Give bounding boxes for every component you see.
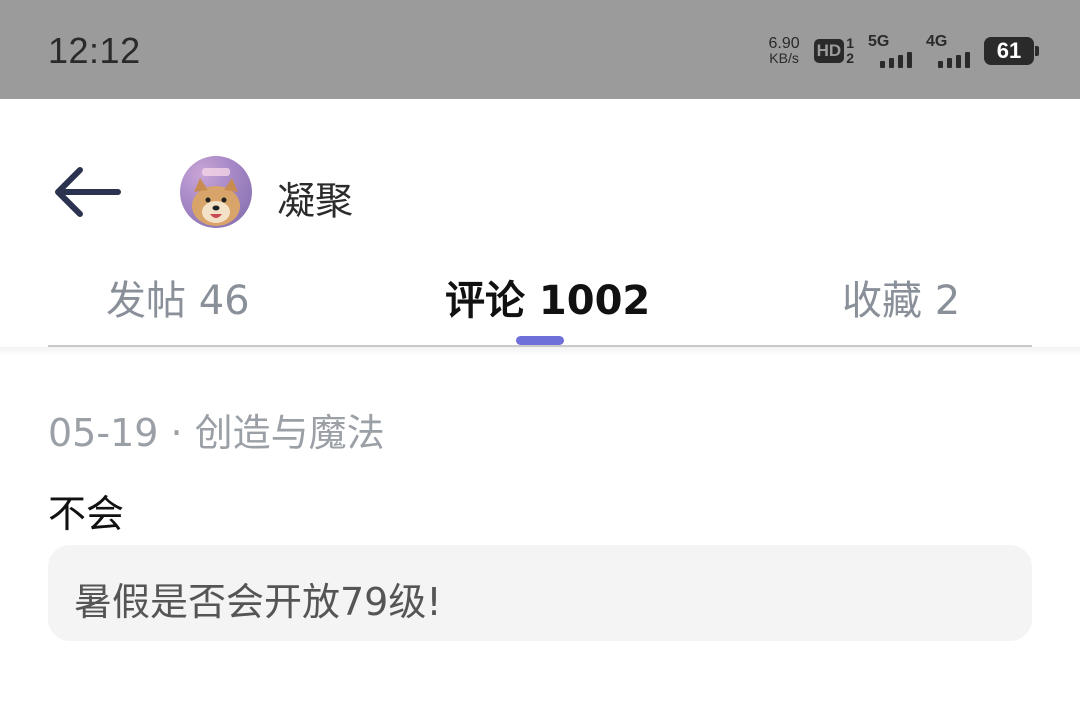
tab-favorites[interactable]: 收藏 2 [842, 268, 960, 326]
hd-sim-indicator: 1 2 [846, 36, 854, 66]
signal-5g-icon: 5G [868, 34, 912, 68]
battery-level: 61 [996, 38, 1022, 63]
hd-voice-icon: HD 1 2 [813, 36, 854, 66]
quoted-post-text: 暑假是否会开放79级! [74, 580, 442, 624]
tab-comments[interactable]: 评论 1002 [445, 268, 650, 326]
tab-posts[interactable]: 发帖 46 [106, 268, 250, 326]
comment-text[interactable]: 不会 [48, 483, 124, 538]
network-speed-unit: KB/s [769, 50, 799, 66]
comment-meta: 05-19 · 创造与魔法 [48, 411, 385, 455]
network-speed: 6.90 KB/s [769, 36, 800, 66]
shiba-dog-avatar [192, 168, 240, 226]
status-time: 12:12 [48, 30, 141, 71]
signal-4g-icon: 4G [926, 34, 970, 68]
username: 凝聚 [277, 179, 354, 223]
signal-5g-label: 5G [868, 33, 890, 50]
network-speed-value: 6.90 [768, 35, 800, 52]
status-icons: 6.90 KB/s HD 1 2 5G 4G 61 [769, 30, 1039, 72]
hd-sub-top: 1 [846, 35, 854, 51]
hd-label: HD [813, 39, 845, 63]
signal-bars [880, 52, 912, 68]
signal-bars [938, 52, 970, 68]
quoted-post[interactable]: 暑假是否会开放79级! [48, 545, 1032, 641]
tab-shadow [0, 347, 1080, 355]
avatar[interactable] [180, 156, 252, 228]
arrow-left-icon [55, 167, 121, 217]
signal-4g-label: 4G [926, 33, 948, 50]
tab-indicator [516, 336, 564, 345]
back-button[interactable] [52, 160, 124, 224]
status-bar: 12:12 6.90 KB/s HD 1 2 5G 4G 61 [0, 0, 1080, 99]
hd-sub-bottom: 2 [846, 50, 854, 66]
battery-icon: 61 [984, 37, 1039, 65]
